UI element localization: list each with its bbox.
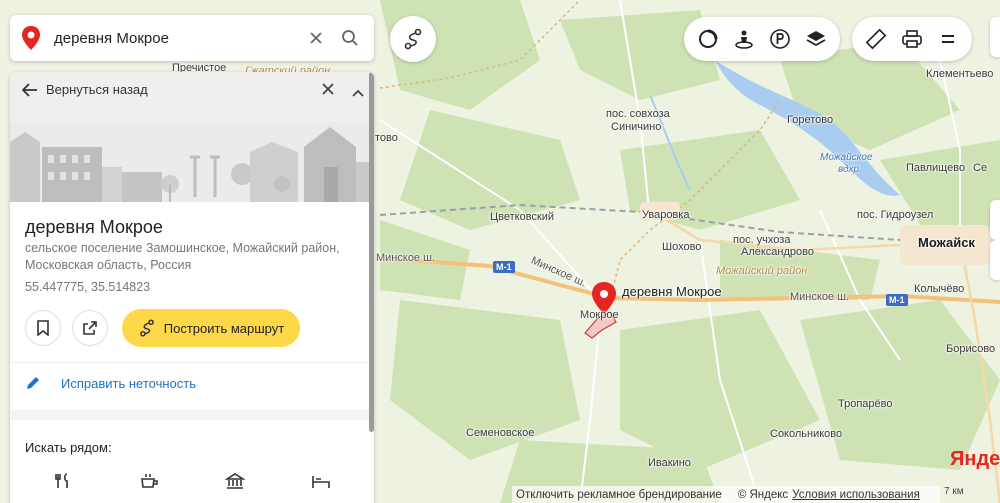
back-label: Вернуться назад [46, 82, 148, 97]
layers-button[interactable] [798, 21, 834, 57]
place-card: Вернуться назад деревня Мокрое сельское … [10, 72, 374, 503]
search-button[interactable] [336, 24, 364, 52]
route-icon [139, 319, 154, 337]
map-label-uchkhoz-2: Александрово [741, 246, 814, 258]
cafe-icon[interactable] [139, 472, 159, 490]
map-label-uchkhoz-1: пос. учхоза [733, 234, 791, 246]
share-button[interactable] [72, 310, 108, 346]
panorama-button[interactable] [726, 21, 762, 57]
menu-icon [942, 35, 954, 43]
zoom-out-button[interactable] [990, 240, 1000, 280]
map-label-klementyevo: Клементьево [926, 68, 994, 80]
bookmark-button[interactable] [25, 310, 61, 346]
chevron-up-icon [352, 89, 364, 97]
map-layers-toolbar [684, 17, 840, 61]
search-input[interactable]: деревня Мокрое [54, 30, 296, 47]
printer-icon [902, 30, 922, 48]
zoom-in-button[interactable] [990, 200, 1000, 240]
scale-label: 7 км [944, 486, 964, 497]
nearby-categories [10, 472, 374, 490]
map-tools-toolbar [852, 17, 972, 61]
divider [10, 362, 374, 363]
routes-button[interactable] [390, 16, 436, 62]
pin-label[interactable]: деревня Мокрое [622, 284, 722, 299]
map-label-se: Се [973, 162, 988, 174]
map-label-borisovo: Борисово [946, 343, 996, 355]
print-button[interactable] [894, 21, 930, 57]
profile-button[interactable] [990, 17, 1000, 57]
disable-ads-link[interactable]: Отключить рекламное брендирование [516, 489, 722, 501]
layers-icon [806, 31, 826, 47]
collapse-card-button[interactable] [352, 84, 364, 102]
map-label-reservoir-2: вдхр. [838, 164, 862, 175]
map-label-kolychevo: Колычёво [914, 283, 965, 295]
share-icon [83, 321, 97, 335]
arrow-left-icon [22, 82, 37, 97]
build-route-button[interactable]: Построить маршрут [122, 309, 300, 347]
map-label-semenovskoe: Семеновское [466, 427, 535, 439]
map-label-minsk-1: Минское ш. [376, 252, 435, 264]
map-label-pavlishchevo: Павлищево [906, 162, 966, 174]
nearby-label: Искать рядом: [25, 440, 112, 455]
map-footer: Отключить рекламное брендирование © Янде… [512, 486, 940, 503]
bank-icon[interactable] [225, 472, 245, 490]
traffic-icon [699, 29, 718, 48]
yandex-logo[interactable]: Яндек [950, 448, 1000, 471]
map-label-mozhaysk: Можайск [918, 235, 975, 250]
menu-button[interactable] [930, 21, 966, 57]
map-label-shokhovo: Шохово [662, 241, 702, 253]
ruler-icon [865, 28, 887, 50]
section-divider [10, 410, 374, 420]
village-illustration [10, 122, 374, 202]
ruler-button[interactable] [858, 21, 894, 57]
map-label-gidrouzel: пос. Гидроузел [857, 209, 934, 221]
close-icon [310, 32, 322, 44]
map-label-tovo: тово [375, 132, 398, 144]
map-label-mozh-rayon: Можайский район [716, 265, 808, 277]
terms-link[interactable]: Условия использования [792, 489, 920, 501]
map-label-minsk-3: Минское ш. [790, 291, 849, 303]
map-label-tsvetkovsky: Цветковский [490, 211, 555, 223]
search-icon [342, 30, 358, 46]
place-title: деревня Мокрое [25, 217, 163, 237]
clear-search-button[interactable] [302, 24, 330, 52]
close-icon [322, 83, 334, 95]
fix-inaccuracy-link[interactable]: Исправить неточность [25, 375, 196, 391]
map-label-ivakino: Ивакино [648, 457, 691, 469]
place-address: сельское поселение Замошинское, Можайски… [25, 241, 340, 272]
parking-button[interactable] [762, 21, 798, 57]
place-coordinates[interactable]: 55.447775, 35.514823 [25, 280, 150, 294]
parking-icon [770, 29, 790, 49]
map-label-mokroe: Мокрое [580, 309, 619, 321]
map-label-reservoir-1: Можайское [820, 152, 873, 163]
map-label-sokolnikovo: Сокольниково [770, 428, 843, 440]
card-header: Вернуться назад [10, 72, 374, 202]
map-pin-icon [22, 26, 40, 50]
map-label-uvarovka: Уваровка [642, 209, 690, 221]
bookmark-icon [37, 320, 49, 336]
close-card-button[interactable] [322, 82, 334, 100]
restaurant-icon[interactable] [53, 472, 73, 490]
map-label-sovkhoz-1: пос. совхоза [606, 108, 670, 120]
card-scrollbar[interactable] [369, 72, 374, 432]
person-panorama-icon [735, 30, 753, 49]
copyright: © Яндекс [737, 488, 789, 501]
map-label-troparevo: Тропарёво [838, 398, 893, 410]
fix-inaccuracy-label: Исправить неточность [61, 375, 196, 391]
highway-shield-m1-b: М-1 [886, 294, 908, 306]
map-label-goretovo: Горетово [787, 114, 834, 126]
pencil-icon [27, 377, 39, 389]
search-bar[interactable]: деревня Мокрое [10, 15, 374, 61]
build-route-label: Построить маршрут [163, 320, 285, 336]
hotel-icon[interactable] [311, 472, 331, 490]
route-icon [404, 28, 422, 50]
traffic-button[interactable] [690, 21, 726, 57]
back-button[interactable]: Вернуться назад [22, 82, 148, 97]
highway-shield-m1-a: М-1 [493, 261, 515, 273]
map-label-sovkhoz-2: Синичино [611, 121, 662, 133]
